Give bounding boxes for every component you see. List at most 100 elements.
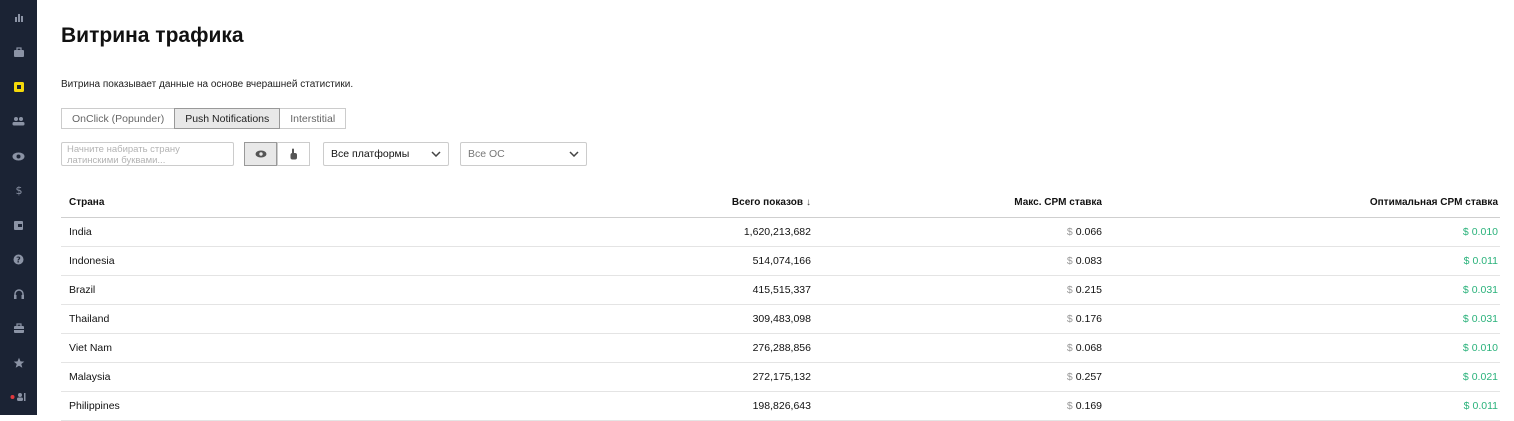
currency-symbol: $ [1066,371,1073,383]
traffic-type-tabs: OnClick (Popunder) Push Notifications In… [61,108,347,129]
currency-symbol: $ [1462,313,1469,325]
svg-text:$: $ [15,184,22,196]
platform-select-value: Все платформы [331,148,410,160]
max-cpm-value: 0.066 [1075,226,1102,238]
chevron-down-icon [431,151,441,157]
cell-max-cpm: $0.068 [1067,334,1102,362]
cell-country: India [69,226,92,238]
sidebar: $ ? [0,0,37,415]
header-total-impressions[interactable]: Всего показов ↓ [732,188,811,217]
cell-total-impressions: 415,515,337 [752,284,811,296]
max-cpm-value: 0.257 [1075,371,1102,383]
currency-symbol: $ [1066,313,1073,325]
currency-symbol: $ [1066,255,1073,267]
table-row: Philippines 198,826,643 $0.169 $0.011 [61,392,1500,421]
optimal-cpm-value: 0.011 [1472,400,1499,412]
max-cpm-value: 0.083 [1075,255,1102,267]
users-icon[interactable] [0,110,37,132]
tab-push-notifications[interactable]: Push Notifications [174,108,281,129]
optimal-cpm-value: 0.031 [1471,284,1498,296]
star-icon[interactable] [0,352,37,374]
cell-optimal-cpm: $0.011 [1464,247,1498,275]
stats-icon[interactable] [0,6,37,28]
cell-optimal-cpm: $0.010 [1463,334,1498,362]
cell-max-cpm: $0.176 [1067,305,1102,333]
cell-optimal-cpm: $0.021 [1463,363,1498,391]
cell-max-cpm: $0.083 [1067,247,1102,275]
page-title: Витрина трафика [61,24,244,47]
cell-total-impressions: 514,074,166 [752,255,811,267]
max-cpm-value: 0.215 [1075,284,1102,296]
help-icon[interactable]: ? [0,248,37,270]
header-optimal-cpm[interactable]: Оптимальная CPM ставка [1370,188,1498,217]
currency-symbol: $ [1463,400,1470,412]
cell-total-impressions: 272,175,132 [752,371,811,383]
svg-text:?: ? [16,255,21,264]
currency-symbol: $ [1462,371,1469,383]
currency-symbol: $ [1066,342,1073,354]
eye-icon [255,150,266,158]
cell-max-cpm: $0.257 [1067,363,1102,391]
cell-max-cpm: $0.066 [1067,218,1102,246]
optimal-cpm-value: 0.010 [1471,342,1498,354]
page-description: Витрина показывает данные на основе вчер… [61,79,354,90]
cell-optimal-cpm: $0.031 [1463,276,1498,304]
sort-down-icon: ↓ [806,197,811,208]
max-cpm-value: 0.169 [1075,400,1102,412]
cell-country: Malaysia [69,371,111,383]
traffic-showcase-icon[interactable] [0,76,37,98]
briefcase-icon[interactable] [0,41,37,63]
cell-optimal-cpm: $0.010 [1463,218,1498,246]
cell-total-impressions: 1,620,213,682 [743,226,811,238]
currency-symbol: $ [1066,226,1073,238]
table-header-row: Страна Всего показов ↓ Макс. CPM ставка … [61,188,1500,218]
cell-optimal-cpm: $0.031 [1463,305,1498,333]
optimal-cpm-value: 0.011 [1472,255,1499,267]
currency-symbol: $ [1462,226,1469,238]
os-select-value: Все ОС [468,148,505,160]
cell-country: Indonesia [69,255,115,267]
cell-total-impressions: 276,288,856 [752,342,811,354]
os-select[interactable]: Все ОС [460,142,587,166]
cell-country: Thailand [69,313,110,325]
currency-symbol: $ [1462,284,1469,296]
click-toggle-button[interactable] [277,142,310,166]
table-row: Thailand 309,483,098 $0.176 $0.031 [61,305,1500,334]
cell-total-impressions: 198,826,643 [752,400,811,412]
wallet-icon[interactable] [0,214,37,236]
chevron-down-icon [569,151,579,157]
currency-symbol: $ [1066,400,1073,412]
cell-total-impressions: 309,483,098 [752,313,811,325]
pointer-hand-icon [290,148,297,160]
cell-max-cpm: $0.169 [1067,392,1102,420]
max-cpm-value: 0.068 [1075,342,1102,354]
tab-onclick-popunder[interactable]: OnClick (Popunder) [61,108,176,129]
user-status-icon[interactable] [0,386,37,408]
cell-optimal-cpm: $0.011 [1464,392,1498,420]
platform-select[interactable]: Все платформы [323,142,449,166]
table-row: Indonesia 514,074,166 $0.083 $0.011 [61,247,1500,276]
eye-icon[interactable] [0,145,37,167]
header-max-cpm[interactable]: Макс. CPM ставка [1014,188,1102,217]
table-row: Brazil 415,515,337 $0.215 $0.031 [61,276,1500,305]
optimal-cpm-value: 0.010 [1471,226,1498,238]
headset-icon[interactable] [0,283,37,305]
cell-country: Philippines [69,400,120,412]
header-total-label: Всего показов [731,197,803,208]
cell-country: Viet Nam [69,342,112,354]
cell-max-cpm: $0.215 [1067,276,1102,304]
table-row: India 1,620,213,682 $0.066 $0.010 [61,218,1500,247]
country-search-input[interactable]: Начните набирать страну латинскими буква… [61,142,234,166]
toolbox-icon[interactable] [0,317,37,339]
main-content: Витрина трафика Витрина показывает данны… [61,0,1500,421]
view-toggle-button[interactable] [244,142,277,166]
optimal-cpm-value: 0.021 [1471,371,1498,383]
header-country[interactable]: Страна [69,188,104,217]
table-row: Malaysia 272,175,132 $0.257 $0.021 [61,363,1500,392]
table-row: Viet Nam 276,288,856 $0.068 $0.010 [61,334,1500,363]
dollar-icon[interactable]: $ [0,179,37,201]
traffic-table: Страна Всего показов ↓ Макс. CPM ставка … [61,188,1500,421]
tab-interstitial[interactable]: Interstitial [279,108,347,129]
currency-symbol: $ [1462,342,1469,354]
optimal-cpm-value: 0.031 [1471,313,1498,325]
